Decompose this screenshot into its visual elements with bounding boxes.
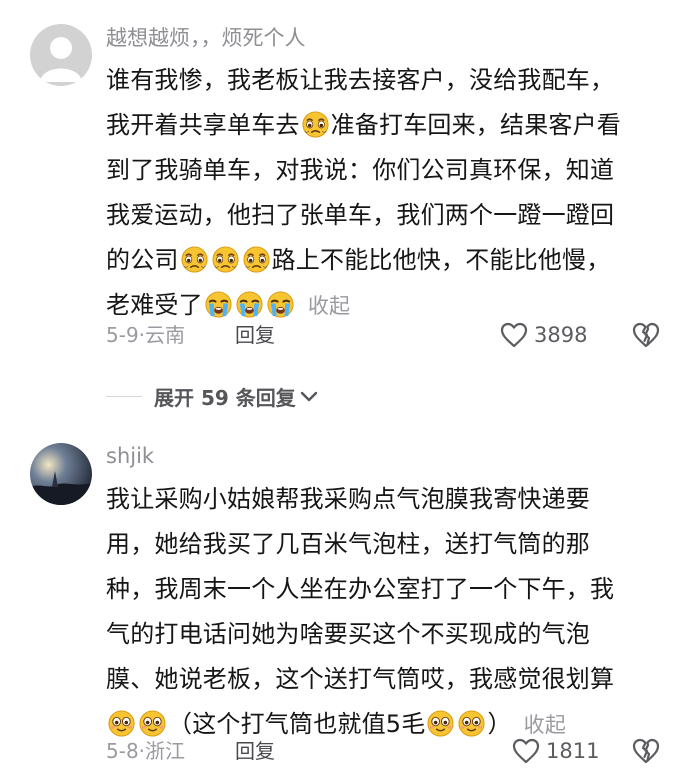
comment-text-segment: 到了我骑单车，对我说：你们公司真环保，知道 [106, 156, 615, 184]
comment-text-segment: 谁有我惨，我老板让我去接客户，没给我配车， [106, 66, 615, 94]
smile-emoji [427, 710, 455, 737]
comment-text-segment: 准备打车回来，结果客户看 [330, 111, 622, 139]
avatar[interactable] [30, 443, 92, 505]
comment-line: 用，她给我买了几百米气泡柱，送打气筒的那 [106, 522, 670, 567]
reply-button[interactable]: 回复 [235, 741, 275, 761]
comment-text-segment: 我开着共享单车去 [106, 111, 300, 139]
smile-emoji [458, 710, 486, 737]
sob-emoji [236, 291, 263, 318]
dislike-button[interactable] [632, 321, 660, 353]
comment-text-segment: 用，她给我买了几百米气泡柱，送打气筒的那 [106, 530, 590, 558]
divider [106, 396, 142, 397]
comment-text-segment: （这个打气筒也就值5毛 [168, 710, 426, 738]
comment-text-segment: 我爱运动，他扫了张单车，我们两个一蹬一蹬回 [106, 201, 615, 229]
heart-outline-icon [500, 322, 528, 348]
collapse-button[interactable]: 收起 [308, 294, 350, 318]
smile-emoji [139, 710, 166, 737]
crying-emoji [212, 246, 239, 273]
comment-line: 的公司 路上不能比他快，不能比他慢， [106, 238, 670, 283]
comment-text-segment: 气的打电话问她为啥要买这个不买现成的气泡 [106, 620, 590, 648]
comment-line: 膜、她说老板，这个送打气筒哎，我感觉很划算 [106, 657, 670, 702]
crying-emoji [243, 246, 270, 273]
default-avatar-icon [30, 24, 92, 86]
comment-username[interactable]: shjik [106, 446, 154, 467]
like-count: 1811 [546, 738, 600, 763]
crying-emoji [302, 111, 329, 138]
comment-text-segment: 路上不能比他快，不能比他慢， [271, 246, 611, 274]
comment-text-segment: 膜、她说老板，这个送打气筒哎，我感觉很划算 [106, 665, 615, 693]
expand-replies-label: 展开 59 条回复 [154, 386, 296, 410]
comment-meta: 5-8·浙江 [106, 741, 185, 761]
comment-line: 气的打电话问她为啥要买这个不买现成的气泡 [106, 612, 670, 657]
comment-line: 我开着共享单车去 准备打车回来，结果客户看 [106, 103, 670, 148]
like-button[interactable]: 3898 [500, 322, 587, 348]
comment-date: 5-9 [106, 323, 139, 347]
comment-location: 云南 [145, 323, 186, 347]
chevron-down-icon [300, 391, 317, 401]
like-button[interactable]: 1811 [512, 738, 599, 764]
comment-line: 到了我骑单车，对我说：你们公司真环保，知道 [106, 148, 670, 193]
comment-date: 5-8 [106, 739, 139, 763]
comment-line: 我爱运动，他扫了张单车，我们两个一蹬一蹬回 [106, 193, 670, 238]
comment-location: 浙江 [145, 739, 186, 763]
comment-meta: 5-9·云南 [106, 325, 185, 345]
comment-line: 种，我周末一个人坐在办公室打了一个下午，我 [106, 567, 670, 612]
broken-heart-icon [632, 322, 660, 348]
user-avatar-image [30, 443, 92, 505]
comment-text-segment: 我让采购小姑娘帮我采购点气泡膜我寄快递要 [106, 485, 590, 513]
avatar[interactable] [30, 24, 92, 86]
comment-line: 我让采购小姑娘帮我采购点气泡膜我寄快递要 [106, 477, 670, 522]
expand-replies[interactable]: 展开 59 条回复 [106, 382, 318, 411]
comment-text-segment: 种，我周末一个人坐在办公室打了一个下午，我 [106, 575, 615, 603]
like-count: 3898 [534, 322, 588, 347]
comment-username[interactable]: 越想越烦，，烦死个人 [106, 28, 306, 49]
comment-line: 谁有我惨，我老板让我去接客户，没给我配车， [106, 58, 670, 103]
reply-button[interactable]: 回复 [235, 325, 275, 345]
smile-emoji [108, 710, 135, 737]
sob-emoji [205, 291, 232, 318]
heart-outline-icon [512, 738, 540, 764]
comment-text-segment: 老难受了 [106, 291, 203, 319]
comment-text-segment: 的公司 [106, 246, 179, 274]
comment-text: 谁有我惨，我老板让我去接客户，没给我配车， 我开着共享单车去 准备打车回来，结果客户… [106, 58, 670, 328]
sob-emoji [267, 291, 294, 318]
comment-text-segment: ） [487, 710, 512, 738]
dislike-button[interactable] [632, 737, 660, 769]
broken-heart-icon [632, 738, 660, 764]
crying-emoji [181, 246, 208, 273]
collapse-button[interactable]: 收起 [524, 713, 566, 737]
comment-text: 我让采购小姑娘帮我采购点气泡膜我寄快递要 用，她给我买了几百米气泡柱，送打气筒的那… [106, 477, 670, 747]
